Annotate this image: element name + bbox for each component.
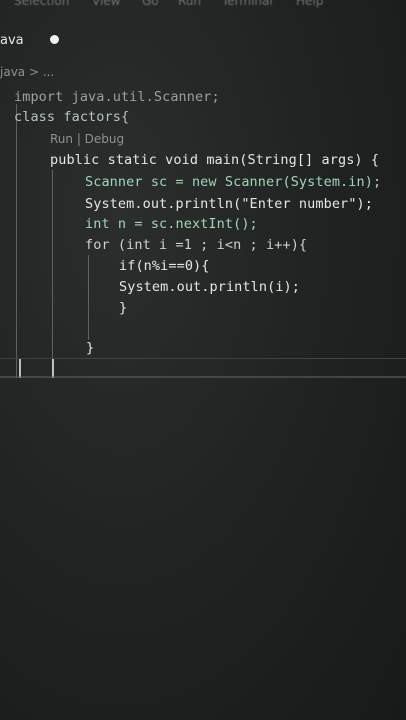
code-line-scanner[interactable]: Scanner sc = new Scanner(System.in);: [85, 174, 381, 190]
code-line-main[interactable]: public static void main(String[] args) {: [50, 152, 379, 168]
indent-guide-cursor-1: [19, 358, 21, 378]
tab-label: ava: [0, 32, 24, 48]
indent-guide-2: [52, 170, 53, 378]
code-line-if[interactable]: if(n%i==0){: [119, 258, 210, 274]
indent-guide-cursor-2: [52, 358, 54, 378]
code-line-println-i[interactable]: System.out.println(i);: [119, 279, 300, 295]
unsaved-dot-icon[interactable]: [50, 35, 59, 44]
code-line-for[interactable]: for (int i =1 ; i<n ; i++){: [85, 237, 307, 253]
menu-terminal[interactable]: Terminal: [222, 0, 273, 8]
menu-help[interactable]: Help: [296, 0, 323, 8]
indent-guide-1: [16, 104, 17, 378]
editor-divider: [0, 376, 406, 378]
code-line-class[interactable]: class factors{: [14, 109, 129, 125]
indent-guide-3: [88, 255, 89, 340]
code-line-nextint[interactable]: int n = sc.nextInt();: [85, 216, 258, 232]
menu-bar: Selection View Go Run Terminal Help: [0, 0, 406, 14]
editor-tab[interactable]: ava: [0, 30, 59, 50]
code-line-close-for[interactable]: }: [86, 340, 94, 356]
current-line-highlight: [0, 358, 406, 359]
breadcrumb[interactable]: java > ...: [0, 65, 54, 79]
code-line-close-if[interactable]: }: [119, 300, 127, 316]
code-line-println-prompt[interactable]: System.out.println("Enter number");: [85, 196, 373, 212]
menu-go[interactable]: Go: [142, 0, 159, 8]
code-line-import[interactable]: import java.util.Scanner;: [14, 89, 220, 105]
codelens-run-debug[interactable]: Run | Debug: [50, 132, 124, 146]
menu-selection[interactable]: Selection: [14, 0, 69, 8]
menu-view[interactable]: View: [92, 0, 120, 8]
menu-run[interactable]: Run: [178, 0, 201, 8]
